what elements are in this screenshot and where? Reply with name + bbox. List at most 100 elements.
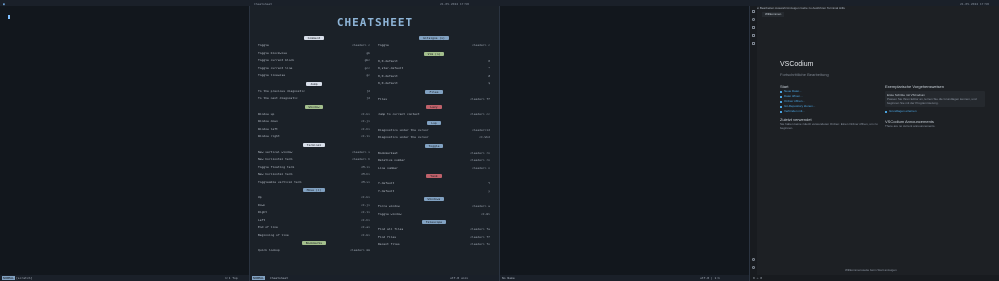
keymap-row: Up <C-k> (258, 194, 370, 202)
keymap-row: Bookmarkset <leader> rn (378, 150, 490, 158)
keymap-description: Toggle current block (258, 58, 295, 62)
more-walkthroughs-link[interactable]: Grundlagen erlernen (885, 109, 985, 114)
cheatsheet-section: Terminal New vertical window <leader> v New… (258, 142, 370, 187)
section-header: Lazy (426, 105, 442, 109)
account-icon[interactable] (752, 258, 755, 261)
section-header: Toggle (424, 143, 444, 148)
cheatsheet-section: Bookmarks Quick lookup <leader> mm (258, 241, 370, 255)
keymap-description: Beginning of line (258, 232, 289, 237)
keymap-row: Recent files <leader> fo (378, 241, 490, 249)
keymap-keys: <leader> cc (470, 112, 490, 116)
keymap-keys: y (488, 188, 490, 193)
problems-indicator[interactable]: 0 ⚠ 0 (753, 276, 762, 280)
extensions-icon[interactable] (752, 42, 755, 45)
keymap-description: Window right (258, 134, 280, 138)
keymap-keys: <leader> ff (470, 234, 490, 239)
tab-label: Willkommen (765, 12, 782, 16)
keymap-row: To the previous diagnostic [d (258, 88, 370, 96)
welcome-subtitle: Fortschrittliche Bearbeitung (780, 72, 829, 77)
keymap-keys: <C-W>d (479, 135, 490, 139)
keymap-keys: <leader> mm (350, 248, 370, 252)
keymap-description: Y-default (378, 188, 395, 193)
keymap-row: Toggle blockwise gb (258, 50, 370, 58)
gear-icon[interactable] (752, 266, 755, 269)
keymap-description: Toggle (258, 43, 269, 47)
keymap-keys: <leader> ff (470, 96, 490, 101)
keymap-description: New vertical window (258, 149, 293, 154)
keymap-row: Quick lookup <leader> mm (258, 247, 370, 255)
keymap-row: Down <C-j> (258, 202, 370, 210)
keymap-row: Toggleable vertical term <M-v> (258, 179, 370, 187)
keymap-row: 0,0-default 0 (378, 58, 490, 66)
keymap-keys: <C-l> (360, 210, 370, 214)
search-icon[interactable] (752, 18, 755, 21)
cheatsheet-section: Vim (n) 0,0-default 0 0,star-default * 0,0-de… (378, 51, 490, 88)
section-header: Move (i) (302, 188, 326, 192)
walkthrough-card[interactable]: Erste Schritte mit VSCodium Passen Sie I… (885, 91, 985, 107)
keymap-row: Right <C-l> (258, 209, 370, 217)
start-link-label: Verbinden mit... (784, 109, 805, 113)
keymap-keys: [d (366, 88, 370, 93)
keymap-row: To the next diagnostic]d (258, 95, 370, 103)
keymap-description: Line number (378, 165, 398, 170)
tab-welcome[interactable]: Willkommen (762, 12, 785, 17)
keymap-keys: <C-b> (360, 232, 370, 237)
file-icon (780, 110, 782, 113)
keymap-keys: gc (366, 73, 370, 77)
terminal-pane-right[interactable]: No Name utf-8 | 1:1 (500, 6, 750, 281)
walkthrough-desc: Passen Sie Ihren Editor an, lernen Sie d… (887, 97, 977, 105)
cheatsheet-section: Window Window up <C-k> Window down <C-j> Wind… (258, 104, 370, 141)
keymap-row: New horizontal term <leader> h (258, 156, 370, 164)
keymap-description: Toggle floating term (258, 164, 295, 169)
keymap-description: Window down (258, 119, 278, 123)
walkthroughs-section: Exemplarische Vorgehensweisen Erste Schr… (885, 84, 985, 128)
terminal-pane-left[interactable]: NORMAL [scratch] 1:1 Top (0, 6, 250, 281)
keymap-keys: <C-k> (360, 111, 370, 116)
keymap-description: Jump to current context (378, 112, 420, 116)
show-on-startup-checkbox[interactable]: Willkommensseite beim Start anzeigen (845, 268, 897, 272)
section-header: Window (304, 104, 324, 109)
empty-pane-statusline: No Name utf-8 | 1:1 (500, 275, 749, 281)
menu-bar[interactable]: Datei Bearbeiten Auswahl Anzeigen Gehe z… (752, 6, 845, 10)
section-header: Terminal (302, 142, 326, 147)
keymap-row: Jump to current context <leader> cc (378, 111, 490, 119)
keymap-row: Relative number <leader> rn (378, 157, 490, 165)
keymap-description: Toggle (378, 43, 389, 47)
keymap-description: New horizontal term (258, 157, 293, 161)
section-header: Vim (n) (423, 51, 445, 56)
keymap-row: Find files <leader> ff (378, 234, 490, 242)
cheatsheet-pane[interactable]: CHEATSHEET Comment Toggle <leader> c Toggle… (250, 6, 500, 281)
text-cursor (8, 15, 10, 19)
cheatsheet-section: Files Files <leader> ff (378, 89, 490, 104)
keymap-row: Window left <C-h> (258, 126, 370, 134)
star-icon (885, 110, 887, 113)
section-header: Gitsigns (v) (419, 36, 449, 40)
start-links: Neue Datei... Datei öffnen... Ordner öffne… (780, 89, 880, 114)
keymap-description: Diagnostics under the cursor (378, 127, 429, 132)
keymap-keys: # (488, 73, 490, 78)
start-link[interactable]: Verbinden mit... (780, 109, 880, 114)
keymap-row: Diagnostics under the cursor <leader>ld (378, 127, 490, 135)
cheatsheet-section: Telescope Find all files <leader> fa Find f… (378, 220, 490, 249)
keymap-description: Right (258, 210, 268, 214)
keymap-keys: <C-e> (360, 225, 370, 229)
keymap-keys: Y (488, 181, 490, 185)
vscodium-window[interactable]: Datei Bearbeiten Auswahl Anzeigen Gehe z… (750, 6, 999, 281)
file-icon (780, 105, 782, 108)
keymap-row: Y-default y (378, 188, 490, 196)
cheatsheet-section: Lsp Diagnostics under the cursor <leader>l… (378, 120, 490, 142)
section-header: Files (425, 89, 443, 94)
cheatsheet-section: Yank Y-default Y Y-default y (378, 174, 490, 195)
keymap-row: Toggle <leader> c (378, 42, 490, 50)
keymap-row: Toggle current block gbc (258, 57, 370, 65)
explorer-icon[interactable] (752, 10, 755, 13)
keymap-keys: <C-j> (360, 119, 370, 123)
topbar-right-clock: 21.05.2024 17:58 (960, 1, 989, 6)
keymap-keys: <C-j> (360, 202, 370, 207)
keymap-keys: <M-i> (360, 164, 370, 169)
workspace-indicator[interactable]: ▣ (3, 2, 5, 6)
terminal-statusline: NORMAL [scratch] 1:1 Top (0, 275, 249, 281)
source-control-icon[interactable] (752, 26, 755, 29)
run-debug-icon[interactable] (752, 34, 755, 37)
keymap-keys: ]d (366, 96, 370, 100)
